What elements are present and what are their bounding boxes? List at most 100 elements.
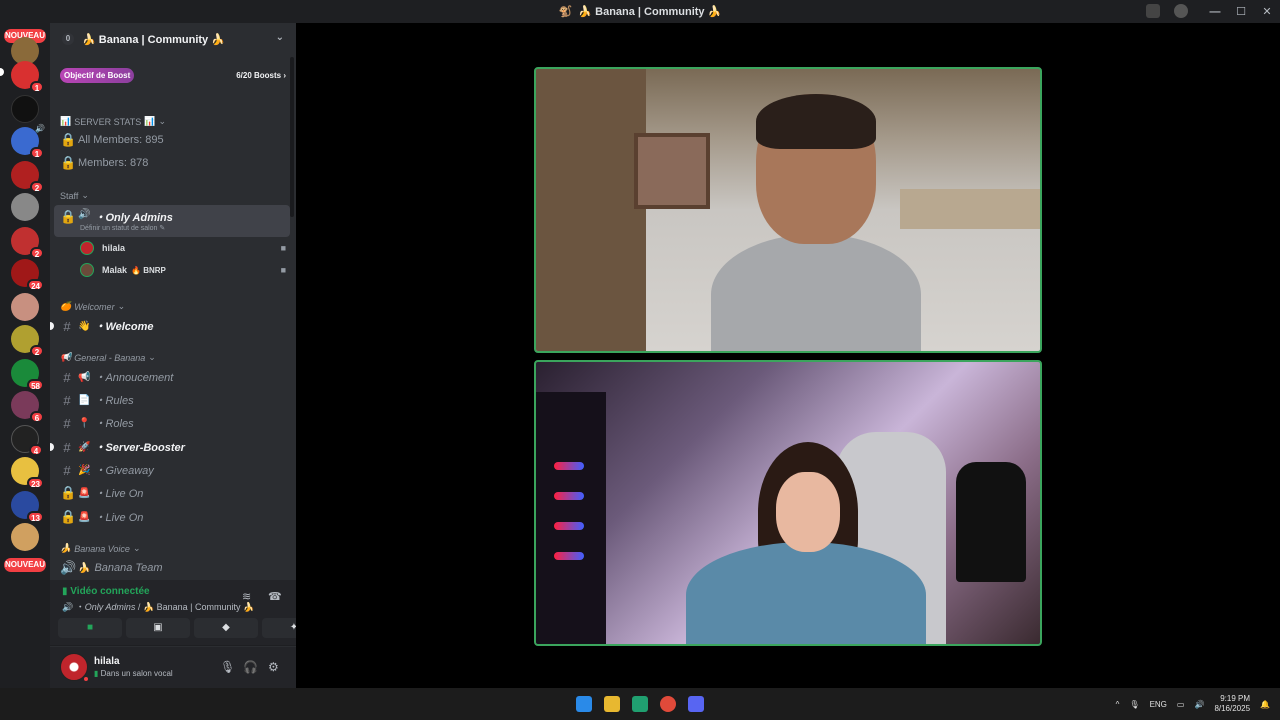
emoji-icon: 🍊 (60, 301, 72, 311)
noise-suppression-icon[interactable]: ≋ (242, 590, 251, 603)
server-icon[interactable] (11, 523, 39, 551)
channel-name: ・Welcome (94, 321, 154, 333)
channel-name: Banana Team (94, 562, 163, 574)
server-level-indicator: 0 (62, 33, 74, 45)
category-welcomer[interactable]: 🍊 Welcomer ⌄ (60, 301, 125, 312)
notification-icon[interactable]: 🔔 (1260, 700, 1270, 709)
locked-channel[interactable]: 🔒 🚨 ・Live On (54, 482, 290, 504)
clock-date: 8/16/2025 (1214, 704, 1251, 713)
lock-icon: 🔒 (60, 155, 77, 170)
server-icon[interactable]: 24 (11, 259, 44, 291)
soundboard-button[interactable]: ✦ (262, 618, 296, 638)
voice-status[interactable]: ▮ Vidéo connectée (62, 586, 150, 597)
channel-emoji: 👋 (78, 320, 91, 332)
disconnect-icon[interactable]: ☎ (268, 590, 282, 603)
language-indicator[interactable]: ENG (1150, 700, 1167, 709)
text-channel[interactable]: # 🚀 ・Server-Booster (50, 436, 290, 458)
server-icon[interactable]: 6 (11, 391, 44, 423)
server-name: 🍌 Banana | Community 🍌 (82, 33, 225, 46)
minimize-button[interactable]: — (1202, 6, 1228, 18)
network-icon[interactable]: ▭ (1177, 700, 1185, 709)
video-person (686, 442, 926, 644)
unread-pill (0, 68, 4, 76)
channel-name: ・Only Admins (94, 212, 173, 224)
server-icon[interactable]: 23 (11, 457, 44, 489)
video-tile[interactable] (534, 360, 1042, 646)
boost-goal[interactable]: Objectif de Boost 6/20 Boosts › (60, 67, 286, 83)
voice-channel-only-admins[interactable]: 🔒 🔊 ・Only Admins Définir un statut de sa… (54, 205, 290, 237)
microphone-icon[interactable]: 🎙 (220, 660, 235, 674)
channel-emoji: 🚀 (78, 441, 91, 453)
user-name[interactable]: hilala (94, 656, 120, 667)
channel-name: Members: 878 (78, 157, 149, 169)
chevron-up-icon[interactable]: ^ (1116, 700, 1120, 709)
speaker-icon: 🔊 (60, 560, 77, 575)
locked-channel[interactable]: 🔒 🚨 ・Live On (54, 506, 290, 528)
text-channel[interactable]: # 📄 ・Rules (54, 389, 290, 411)
unread-indicator (50, 322, 54, 330)
video-tile[interactable] (534, 67, 1042, 353)
channel-status[interactable]: Définir un statut de salon ✎ (80, 224, 165, 232)
text-channel[interactable]: # 📍 ・Roles (54, 412, 290, 434)
channel-name: ・Server-Booster (94, 442, 185, 454)
chevron-down-icon: ⌄ (117, 301, 126, 311)
microphone-icon[interactable]: 🎙 (1129, 700, 1139, 709)
voice-channel-link[interactable]: 🔊 ・Only Admins / 🍌 Banana | Community 🍌 (62, 600, 254, 613)
server-icon[interactable]: 13 (11, 491, 44, 523)
text-channel[interactable]: # 🎉 ・Giveaway (54, 459, 290, 481)
text-channel[interactable]: # 👋 ・Welcome (50, 315, 290, 337)
channel-name: All Members: 895 (78, 134, 164, 146)
help-icon[interactable] (1174, 4, 1188, 18)
screen-share-button[interactable]: ▣ (126, 618, 190, 638)
server-icon[interactable]: 2 (11, 325, 44, 357)
app-icon[interactable] (632, 696, 648, 712)
mention-badge: 1 (30, 147, 44, 159)
camera-button[interactable]: ■ (58, 618, 122, 638)
category-server-stats[interactable]: 📊 SERVER STATS 📊 ⌄ (60, 116, 166, 127)
chevron-down-icon[interactable]: ⌄ (276, 32, 284, 43)
clock[interactable]: 9:19 PM 8/16/2025 (1214, 694, 1250, 714)
server-header[interactable]: 0 🍌 Banana | Community 🍌 ⌄ (50, 23, 296, 55)
server-icon[interactable] (11, 95, 39, 123)
server-icon[interactable]: 4 (11, 425, 43, 456)
server-icon[interactable]: 1 (11, 61, 44, 93)
server-icon[interactable] (11, 193, 39, 221)
maximize-button[interactable]: ☐ (1228, 5, 1254, 18)
gear-icon[interactable]: ⚙ (268, 660, 279, 674)
category-general[interactable]: 📢 General - Banana ⌄ (60, 352, 156, 363)
category-banana-voice[interactable]: 🍌 Banana Voice ⌄ (60, 543, 140, 554)
member-tag: 🔥 BNRP (131, 265, 166, 275)
camera-icon: ■ (280, 265, 286, 275)
volume-icon[interactable]: 🔊 (1194, 700, 1204, 709)
server-icon[interactable]: 🔊 1 (11, 124, 45, 159)
clock-time: 9:19 PM (1220, 694, 1251, 703)
activity-button[interactable]: ◆ (194, 618, 258, 638)
sidebar-scrollbar[interactable] (290, 57, 294, 217)
category-staff[interactable]: Staff ⌄ (60, 190, 89, 201)
server-icon[interactable]: 2 (11, 227, 44, 259)
headphones-icon[interactable]: 🎧 (243, 660, 258, 674)
voice-member[interactable]: Malak 🔥 BNRP ■ (80, 261, 286, 279)
stat-channel[interactable]: 🔒 Members: 878 (54, 152, 290, 174)
stat-channel[interactable]: 🔒 All Members: 895 (54, 129, 290, 151)
file-explorer-icon[interactable] (604, 696, 620, 712)
channel-name: ・Rules (94, 395, 134, 407)
unread-indicator (50, 443, 54, 451)
video-stage (296, 23, 1280, 688)
text-channel[interactable]: # 📢 ・Annoucement (54, 366, 290, 388)
video-background (634, 133, 710, 209)
close-button[interactable]: ✕ (1254, 5, 1280, 18)
server-icon[interactable] (11, 293, 39, 321)
server-icon[interactable]: 2 (11, 161, 44, 193)
start-icon[interactable] (576, 696, 592, 712)
discord-icon[interactable] (688, 696, 704, 712)
user-panel: hilala ▮ Dans un salon vocal 🎙 🎧 ⚙ (50, 647, 296, 688)
server-icon[interactable]: 58 (11, 359, 44, 391)
avatar (80, 263, 94, 277)
chrome-icon[interactable] (660, 696, 676, 712)
voice-member[interactable]: hilala ■ (80, 239, 286, 257)
voice-channel[interactable]: 🔊 🍌 Banana Team (54, 557, 290, 579)
inbox-icon[interactable] (1146, 4, 1160, 18)
boost-goal-label: Objectif de Boost (60, 67, 135, 83)
hash-icon: # (63, 369, 71, 385)
